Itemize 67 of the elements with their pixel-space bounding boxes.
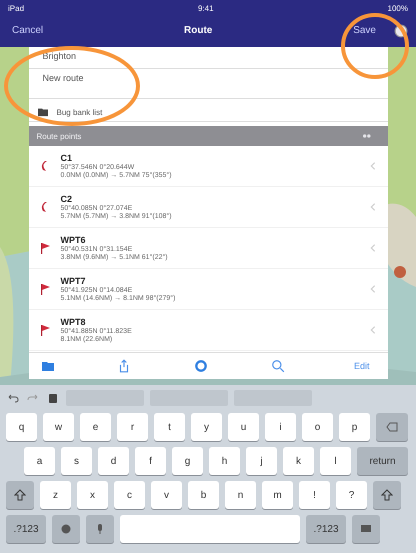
letter-key[interactable]: o [302,413,333,441]
letter-key[interactable]: c [114,481,145,509]
numbers-key[interactable]: .?123 [6,515,46,543]
letter-key[interactable]: y [191,413,222,441]
letter-key[interactable]: u [228,413,259,441]
save-button[interactable]: Save [349,23,380,38]
letter-key[interactable]: m [262,481,293,509]
letter-key[interactable]: j [246,447,277,475]
letter-key[interactable]: z [40,481,71,509]
undo-icon[interactable] [6,392,20,404]
letter-key[interactable]: g [172,447,203,475]
folder-icon[interactable] [40,360,54,372]
cancel-button[interactable]: Cancel [8,23,48,38]
globe-key[interactable] [52,515,80,543]
point-name: WPT6 [60,235,87,245]
letter-key[interactable]: i [265,413,296,441]
letter-key[interactable]: f [135,447,166,475]
keyboard-icon [360,523,372,535]
flag-icon [38,282,50,296]
shift-icon [381,489,393,501]
search-icon[interactable] [271,359,286,373]
battery-level: 100% [388,4,408,12]
point-name: WPT7 [60,276,87,286]
notes-field[interactable]: New route [28,69,388,99]
annotation-circle [340,12,410,80]
shift-icon [14,489,26,501]
paste-icon[interactable] [46,392,60,404]
letter-key[interactable]: s [61,447,92,475]
point-name: WPT8 [60,317,87,327]
letter-key[interactable]: r [117,413,148,441]
letter-key[interactable]: e [80,413,111,441]
backspace-key[interactable] [376,413,408,441]
microphone-key[interactable] [86,515,114,543]
flag-icon [38,241,50,255]
section-header: Route points [36,132,82,140]
letter-key[interactable]: ? [336,481,367,509]
letter-key[interactable]: t [154,413,185,441]
shift-key[interactable] [373,481,401,509]
backspace-icon [385,421,399,433]
letter-key[interactable]: v [151,481,182,509]
point-name: C2 [60,194,74,204]
point-name: C1 [60,153,74,163]
numbers-key[interactable]: .?123 [306,515,346,543]
letter-key[interactable]: n [225,481,256,509]
letter-key[interactable]: p [339,413,370,441]
letter-key[interactable]: w [43,413,74,441]
refresh-icon[interactable] [194,359,208,373]
return-key[interactable]: return [357,447,408,475]
name-field[interactable]: Brighton [28,47,388,69]
letter-key[interactable]: q [6,413,37,441]
shift-key[interactable] [6,481,34,509]
folder-icon [36,107,48,117]
carrier-label: iPad [8,4,24,12]
hide-keyboard-key[interactable] [352,515,380,543]
letter-key[interactable]: a [24,447,55,475]
letter-key[interactable]: h [209,447,240,475]
flag-icon [38,323,50,337]
letter-key[interactable]: b [188,481,219,509]
folder-label[interactable]: Bug bank list [56,108,102,116]
clock: 9:41 [198,4,214,12]
letter-key[interactable]: ! [299,481,330,509]
letter-key[interactable]: k [283,447,314,475]
letter-key[interactable]: d [98,447,129,475]
letter-key[interactable]: x [77,481,108,509]
letter-key[interactable]: l [320,447,351,475]
globe-icon [60,523,72,535]
nav-title: Route [184,25,212,36]
